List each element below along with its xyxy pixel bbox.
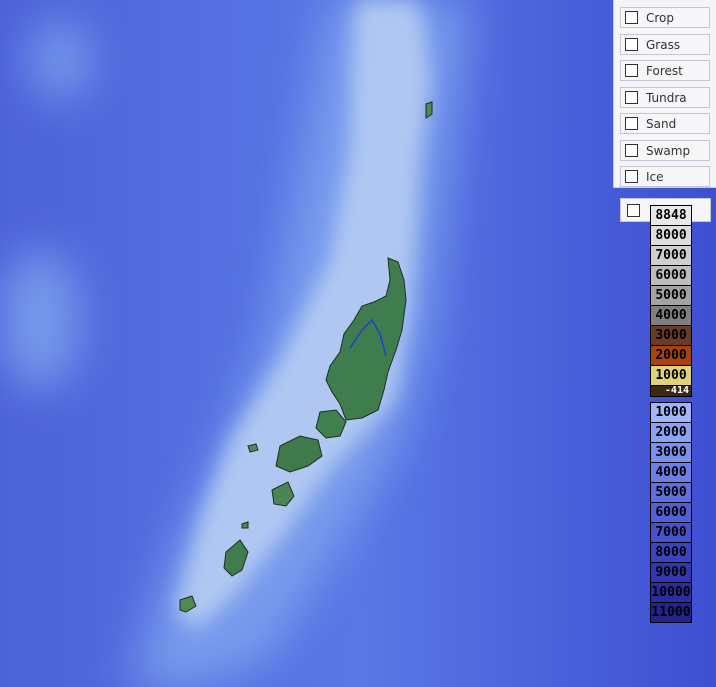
- crop-label: Crop: [646, 10, 675, 25]
- sand-checkbox[interactable]: [625, 117, 638, 130]
- elevation-level: 8000: [651, 226, 691, 246]
- grass-toggle[interactable]: Grass: [620, 34, 710, 55]
- forest-label: Forest: [646, 63, 683, 78]
- ice-checkbox[interactable]: [625, 170, 638, 183]
- elevation-level: 8848: [651, 206, 691, 226]
- crop-toggle[interactable]: Crop: [620, 7, 710, 28]
- elevation-level: 4000: [651, 306, 691, 326]
- depth-legend: 1000 2000 3000 4000 5000 6000 7000 8000 9000 1000…: [650, 402, 692, 623]
- elevation-checkbox[interactable]: [627, 204, 640, 217]
- depth-level: 4000: [651, 463, 691, 483]
- sand-label: Sand: [646, 116, 677, 131]
- tundra-label: Tundra: [646, 90, 687, 105]
- swamp-label: Swamp: [646, 143, 691, 158]
- ice-label: Ice: [646, 169, 664, 184]
- swamp-toggle[interactable]: Swamp: [620, 140, 710, 161]
- tundra-checkbox[interactable]: [625, 91, 638, 104]
- depth-level: 11000: [651, 603, 691, 622]
- depth-level: 1000: [651, 403, 691, 423]
- forest-toggle[interactable]: Forest: [620, 60, 710, 81]
- depth-level: 5000: [651, 483, 691, 503]
- depth-level: 7000: [651, 523, 691, 543]
- depth-level: 9000: [651, 563, 691, 583]
- depth-level: 3000: [651, 443, 691, 463]
- islet-a: [247, 443, 259, 453]
- depth-level: 10000: [651, 583, 691, 603]
- elevation-level: 1000: [651, 366, 691, 386]
- depth-level: 6000: [651, 503, 691, 523]
- grass-checkbox[interactable]: [625, 38, 638, 51]
- forest-checkbox[interactable]: [625, 64, 638, 77]
- grass-label: Grass: [646, 37, 681, 52]
- depth-level: 2000: [651, 423, 691, 443]
- elevation-level: 2000: [651, 346, 691, 366]
- sand-toggle[interactable]: Sand: [620, 113, 710, 134]
- depth-level: 8000: [651, 543, 691, 563]
- elevation-level: 6000: [651, 266, 691, 286]
- relief-map[interactable]: [0, 0, 716, 687]
- elevation-level: 5000: [651, 286, 691, 306]
- elevation-level: 7000: [651, 246, 691, 266]
- elevation-legend: 8848 8000 7000 6000 5000 4000 3000 2000 1000 -414: [650, 205, 692, 397]
- swamp-checkbox[interactable]: [625, 144, 638, 157]
- crop-checkbox[interactable]: [625, 11, 638, 24]
- elevation-level: -414: [651, 386, 691, 396]
- tundra-toggle[interactable]: Tundra: [620, 87, 710, 108]
- elevation-level: 3000: [651, 326, 691, 346]
- ice-toggle[interactable]: Ice: [620, 166, 710, 187]
